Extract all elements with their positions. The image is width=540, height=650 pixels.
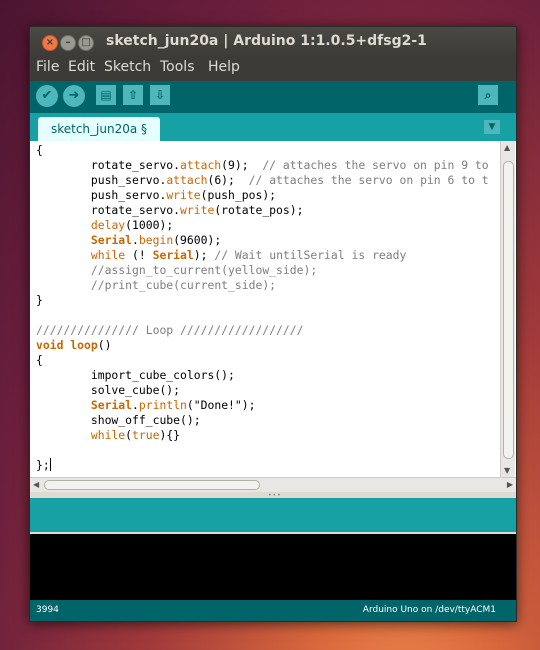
menu-file[interactable]: File <box>36 59 59 75</box>
code-line[interactable]: Serial.begin(9600); <box>36 233 496 248</box>
code-line[interactable]: delay(1000); <box>36 218 496 233</box>
horizontal-scrollbar[interactable]: ◀ ▶ <box>30 477 516 492</box>
vertical-scroll-thumb[interactable] <box>503 161 514 459</box>
tab-bar: sketch_jun20a § ▼ <box>30 113 516 141</box>
code-line[interactable]: } <box>36 293 496 308</box>
menu-sketch[interactable]: Sketch <box>104 59 151 75</box>
horizontal-scroll-thumb[interactable] <box>44 480 260 490</box>
code-line[interactable]: }; <box>36 458 496 473</box>
arrow-right-icon: ➜ <box>68 88 80 103</box>
scroll-right-icon[interactable]: ▶ <box>507 480 513 489</box>
scroll-left-icon[interactable]: ◀ <box>33 480 39 489</box>
code-line[interactable]: Serial.println("Done!"); <box>36 398 496 413</box>
menu-help[interactable]: Help <box>208 59 240 75</box>
close-icon[interactable]: × <box>42 35 58 51</box>
code-line[interactable]: import_cube_colors(); <box>36 368 496 383</box>
verify-button[interactable]: ✔ <box>36 85 58 107</box>
scroll-down-icon[interactable]: ▼ <box>504 466 510 475</box>
code-editor[interactable]: { rotate_servo.attach(9); // attaches th… <box>30 141 516 477</box>
code-line[interactable]: { <box>36 143 496 158</box>
document-icon: ▤ <box>100 88 112 102</box>
text-cursor <box>49 458 51 471</box>
code-text[interactable]: { rotate_servo.attach(9); // attaches th… <box>36 143 496 473</box>
maximize-icon[interactable]: □ <box>78 35 94 51</box>
message-area <box>30 498 516 532</box>
code-line[interactable]: { <box>36 353 496 368</box>
console-output[interactable] <box>30 532 516 602</box>
code-line[interactable] <box>36 308 496 323</box>
checkmark-icon: ✔ <box>41 88 53 103</box>
upload-button[interactable]: ➜ <box>63 85 85 107</box>
code-line[interactable]: while (! Serial); // Wait untilSerial is… <box>36 248 496 263</box>
arrow-down-icon: ⇩ <box>154 88 166 102</box>
menu-edit[interactable]: Edit <box>68 59 95 75</box>
status-bar: 3994 Arduino Uno on /dev/ttyACM1 <box>30 600 516 621</box>
open-button[interactable]: ⇧ <box>123 85 143 105</box>
code-line[interactable]: /////////////// Loop ////////////////// <box>36 323 496 338</box>
code-line[interactable]: //assign_to_current(yellow_side); <box>36 263 496 278</box>
chevron-down-icon: ▼ <box>488 122 496 132</box>
code-line[interactable]: solve_cube(); <box>36 383 496 398</box>
menu-tools[interactable]: Tools <box>160 59 195 75</box>
code-line[interactable]: rotate_servo.write(rotate_pos); <box>36 203 496 218</box>
vertical-scrollbar[interactable]: ▲ ▼ <box>500 141 515 477</box>
arduino-window: × – □ sketch_jun20a | Arduino 1:1.0.5+df… <box>29 26 517 622</box>
window-title: sketch_jun20a | Arduino 1:1.0.5+dfsg2-1 <box>106 33 427 49</box>
code-line[interactable]: while(true){} <box>36 428 496 443</box>
scroll-up-icon[interactable]: ▲ <box>504 143 510 152</box>
save-button[interactable]: ⇩ <box>150 85 170 105</box>
code-line[interactable]: push_servo.write(push_pos); <box>36 188 496 203</box>
tab-sketch-jun20a[interactable]: sketch_jun20a § <box>38 117 160 141</box>
tab-menu-button[interactable]: ▼ <box>484 120 500 134</box>
menu-bar: File Edit Sketch Tools Help <box>30 57 516 81</box>
toolbar: ✔ ➜ ▤ ⇧ ⇩ ⌕ <box>30 81 516 113</box>
line-number: 3994 <box>36 605 59 615</box>
code-line[interactable]: show_off_cube(); <box>36 413 496 428</box>
code-line[interactable] <box>36 443 496 458</box>
code-line[interactable]: //print_cube(current_side); <box>36 278 496 293</box>
minimize-icon[interactable]: – <box>60 35 76 51</box>
magnifier-icon: ⌕ <box>484 88 492 102</box>
board-port: Arduino Uno on /dev/ttyACM1 <box>362 605 496 615</box>
serial-monitor-button[interactable]: ⌕ <box>478 85 498 105</box>
arrow-up-icon: ⇧ <box>127 88 139 102</box>
new-button[interactable]: ▤ <box>96 85 116 105</box>
code-line[interactable]: push_servo.attach(6); // attaches the se… <box>36 173 496 188</box>
title-bar[interactable]: × – □ sketch_jun20a | Arduino 1:1.0.5+df… <box>30 27 516 57</box>
code-line[interactable]: rotate_servo.attach(9); // attaches the … <box>36 158 496 173</box>
code-line[interactable]: void loop() <box>36 338 496 353</box>
